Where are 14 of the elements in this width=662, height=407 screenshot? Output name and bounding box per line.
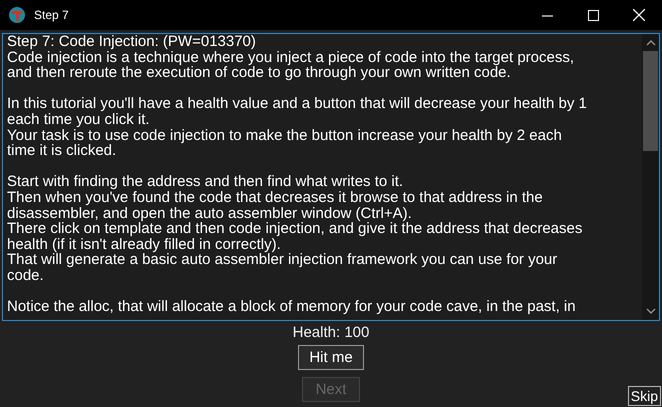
maximize-icon[interactable] [588, 10, 598, 20]
instruction-paragraph: Step 7: Code Injection: (PW=013370) Code injection is a technique where you inject a piece of code into the target process, and then reroute the execution of code to go through your own written code. [7, 34, 576, 81]
instruction-paragraph: Start with finding the address and then find what writes to it. Then when you've found the code that decreases it browse to that address in the disassembler, and open the auto assembler window (Ctrl+A). There click on template and then code injection, and give it the address that decreases health (if it isn't already filled in correctly). That will generate a basic auto assembler injection framework you can use for your code. [7, 174, 584, 284]
scrollbar-thumb[interactable] [643, 51, 658, 151]
skip-button[interactable]: Skip [628, 386, 661, 406]
close-icon[interactable] [633, 9, 645, 21]
health-label: Health: 100 [292, 324, 370, 342]
instructions-memo[interactable] [2, 33, 660, 321]
instruction-paragraph: In this tutorial you'll have a health value and a button that will decrease your health by 1 each time you click it. Your task is to use code injection to make the button increase your health by 2 each time it is clicked. [7, 96, 588, 159]
instruction-paragraph: Notice the alloc, that will allocate a block of memory for your code cave, in the past, in [7, 299, 577, 315]
scrollbar[interactable] [642, 34, 659, 320]
hit-me-button[interactable]: Hit me [298, 345, 364, 370]
app-logo-icon [8, 6, 26, 24]
window-title: Step 7 [34, 8, 70, 22]
